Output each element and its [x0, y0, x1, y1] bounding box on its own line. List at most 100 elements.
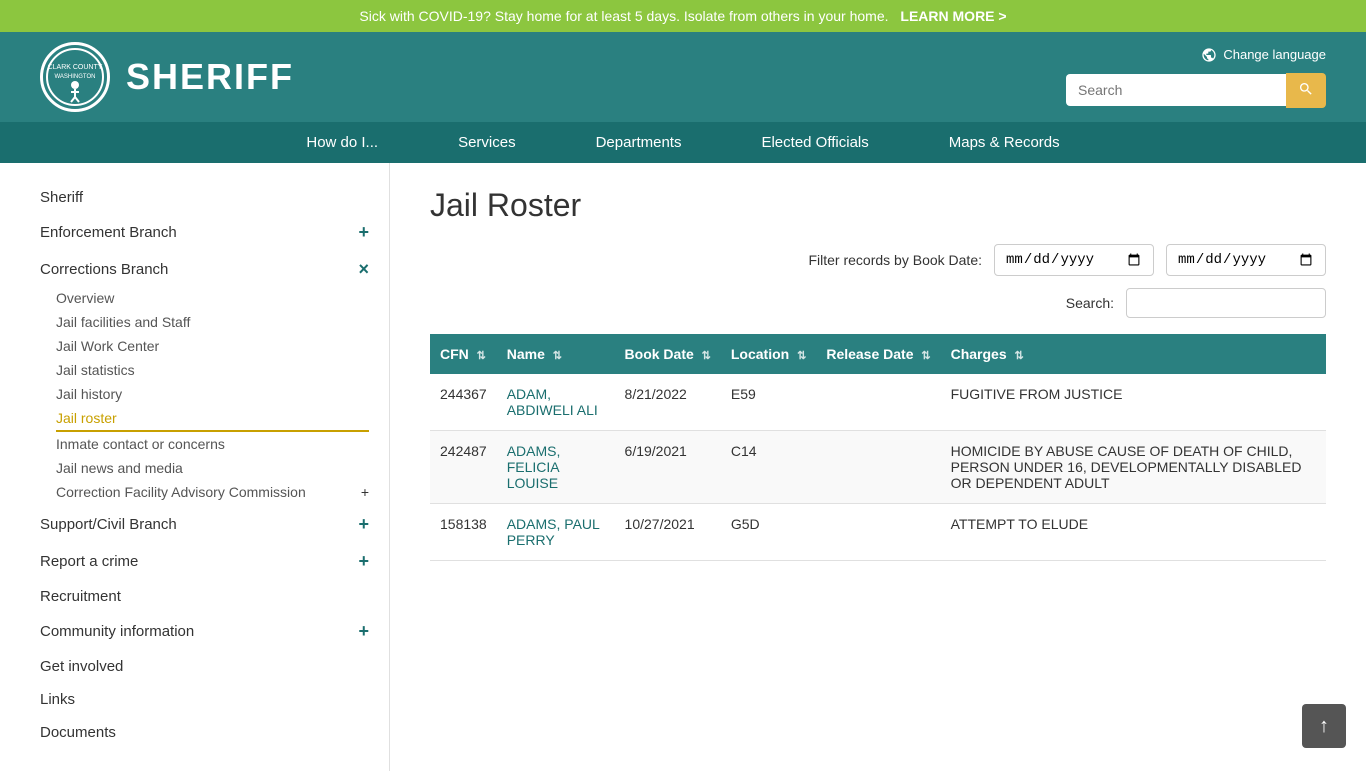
inmate-link-0[interactable]: ADAM, ABDIWELI ALI: [507, 386, 598, 418]
change-language-button[interactable]: Change language: [1201, 47, 1326, 63]
sidebar-item-sheriff[interactable]: Sheriff: [40, 183, 369, 212]
roster-tbody: 244367 ADAM, ABDIWELI ALI 8/21/2022 E59 …: [430, 374, 1326, 561]
cell-cfn-2: 158138: [430, 504, 497, 561]
cell-location-2: G5D: [721, 504, 816, 561]
sidebar-item-overview[interactable]: Overview: [56, 286, 369, 310]
sidebar-item-support-civil[interactable]: Support/Civil Branch +: [40, 508, 369, 541]
sidebar-item-recruitment[interactable]: Recruitment: [40, 582, 369, 611]
cell-release-date-2: [816, 504, 940, 561]
main-container: Sheriff Enforcement Branch + Corrections…: [0, 163, 1366, 771]
sidebar-item-corrections-branch[interactable]: Corrections Branch ×: [40, 253, 369, 286]
filter-label: Filter records by Book Date:: [808, 252, 982, 268]
table-search-label: Search:: [1066, 295, 1114, 311]
sidebar-section-corrections: Corrections Branch × Overview Jail facil…: [40, 253, 369, 504]
nav-item-maps-records[interactable]: Maps & Records: [909, 122, 1100, 163]
sort-release-date-icon: ⇅: [921, 350, 930, 362]
sidebar-item-documents[interactable]: Documents: [40, 718, 369, 747]
header-right: Change language: [1066, 47, 1326, 108]
scroll-top-button[interactable]: ↑: [1302, 704, 1346, 748]
cell-charges-1: HOMICIDE BY ABUSE CAUSE OF DEATH OF CHIL…: [941, 431, 1326, 504]
svg-text:WASHINGTON: WASHINGTON: [54, 74, 95, 80]
nav-item-how-do-i[interactable]: How do I...: [266, 122, 418, 163]
table-row: 242487 ADAMS, FELICIA LOUISE 6/19/2021 C…: [430, 431, 1326, 504]
sidebar-section-documents: Documents: [40, 718, 369, 747]
inmate-link-1[interactable]: ADAMS, FELICIA LOUISE: [507, 443, 561, 491]
cell-name-1: ADAMS, FELICIA LOUISE: [497, 431, 615, 504]
sidebar-section-sheriff: Sheriff: [40, 183, 369, 212]
col-cfn[interactable]: CFN ⇅: [430, 334, 497, 374]
sidebar-section-recruitment: Recruitment: [40, 582, 369, 611]
logo-circle: CLARK COUNTY WASHINGTON: [40, 42, 110, 112]
sidebar-item-enforcement-branch[interactable]: Enforcement Branch +: [40, 216, 369, 249]
corrections-sub-items: Overview Jail facilities and Staff Jail …: [40, 286, 369, 504]
svg-text:CLARK COUNTY: CLARK COUNTY: [48, 64, 103, 71]
main-nav: How do I... Services Departments Elected…: [0, 122, 1366, 163]
sort-cfn-icon: ⇅: [477, 350, 486, 362]
cell-location-1: C14: [721, 431, 816, 504]
col-release-date[interactable]: Release Date ⇅: [816, 334, 940, 374]
expand-support-icon: +: [358, 514, 369, 535]
sort-charges-icon: ⇅: [1015, 350, 1024, 362]
globe-icon: [1201, 47, 1217, 63]
sidebar-item-jail-history[interactable]: Jail history: [56, 382, 369, 406]
nav-item-elected-officials[interactable]: Elected Officials: [721, 122, 908, 163]
nav-item-departments[interactable]: Departments: [556, 122, 722, 163]
book-date-start-input[interactable]: [994, 244, 1154, 276]
sheriff-title: SHERIFF: [126, 56, 294, 98]
header-search-button[interactable]: [1286, 73, 1326, 108]
sidebar: Sheriff Enforcement Branch + Corrections…: [0, 163, 390, 771]
cell-name-2: ADAMS, PAUL PERRY: [497, 504, 615, 561]
table-search-row: Search:: [430, 288, 1326, 318]
filter-row: Filter records by Book Date:: [430, 244, 1326, 276]
sidebar-item-jail-roster[interactable]: Jail roster: [56, 406, 369, 432]
expand-facility-icon: +: [361, 484, 369, 500]
sidebar-section-enforcement: Enforcement Branch +: [40, 216, 369, 249]
sidebar-item-correction-facility-row: Correction Facility Advisory Commission …: [56, 480, 369, 504]
col-charges[interactable]: Charges ⇅: [941, 334, 1326, 374]
learn-more-link[interactable]: LEARN MORE >: [900, 8, 1006, 24]
cell-cfn-0: 244367: [430, 374, 497, 431]
table-search-input[interactable]: [1126, 288, 1326, 318]
search-icon: [1298, 81, 1314, 97]
sidebar-section-links: Links: [40, 685, 369, 714]
sidebar-item-links[interactable]: Links: [40, 685, 369, 714]
covid-text: Sick with COVID-19? Stay home for at lea…: [359, 8, 888, 24]
roster-table: CFN ⇅ Name ⇅ Book Date ⇅ Location ⇅: [430, 334, 1326, 561]
sidebar-item-correction-facility[interactable]: Correction Facility Advisory Commission: [56, 480, 361, 504]
cell-name-0: ADAM, ABDIWELI ALI: [497, 374, 615, 431]
nav-item-services[interactable]: Services: [418, 122, 556, 163]
sidebar-item-jail-facilities[interactable]: Jail facilities and Staff: [56, 310, 369, 334]
page-title: Jail Roster: [430, 187, 1326, 224]
sidebar-item-jail-statistics[interactable]: Jail statistics: [56, 358, 369, 382]
header-search-bar: [1066, 73, 1326, 108]
main-content: Jail Roster Filter records by Book Date:…: [390, 163, 1366, 771]
sidebar-item-get-involved[interactable]: Get involved: [40, 652, 369, 681]
expand-enforcement-icon: +: [358, 222, 369, 243]
sort-location-icon: ⇅: [797, 350, 806, 362]
sidebar-section-support: Support/Civil Branch +: [40, 508, 369, 541]
expand-report-icon: +: [358, 551, 369, 572]
sidebar-item-report-crime[interactable]: Report a crime +: [40, 545, 369, 578]
sidebar-section-get-involved: Get involved: [40, 652, 369, 681]
header-left: CLARK COUNTY WASHINGTON SHERIFF: [40, 42, 294, 112]
sidebar-item-jail-news[interactable]: Jail news and media: [56, 456, 369, 480]
sort-book-date-icon: ⇅: [702, 350, 711, 362]
col-location[interactable]: Location ⇅: [721, 334, 816, 374]
logo-svg: CLARK COUNTY WASHINGTON: [45, 47, 105, 107]
sidebar-section-report: Report a crime +: [40, 545, 369, 578]
cell-book-date-0: 8/21/2022: [615, 374, 721, 431]
sort-name-icon: ⇅: [553, 350, 562, 362]
header-search-input[interactable]: [1066, 74, 1286, 106]
inmate-link-2[interactable]: ADAMS, PAUL PERRY: [507, 516, 600, 548]
change-language-label: Change language: [1223, 47, 1326, 62]
sidebar-item-inmate-contact[interactable]: Inmate contact or concerns: [56, 432, 369, 456]
sidebar-item-jail-work-center[interactable]: Jail Work Center: [56, 334, 369, 358]
cell-charges-0: FUGITIVE FROM JUSTICE: [941, 374, 1326, 431]
cell-location-0: E59: [721, 374, 816, 431]
col-book-date[interactable]: Book Date ⇅: [615, 334, 721, 374]
sidebar-item-community[interactable]: Community information +: [40, 615, 369, 648]
col-name[interactable]: Name ⇅: [497, 334, 615, 374]
table-header: CFN ⇅ Name ⇅ Book Date ⇅ Location ⇅: [430, 334, 1326, 374]
book-date-end-input[interactable]: [1166, 244, 1326, 276]
table-row: 244367 ADAM, ABDIWELI ALI 8/21/2022 E59 …: [430, 374, 1326, 431]
